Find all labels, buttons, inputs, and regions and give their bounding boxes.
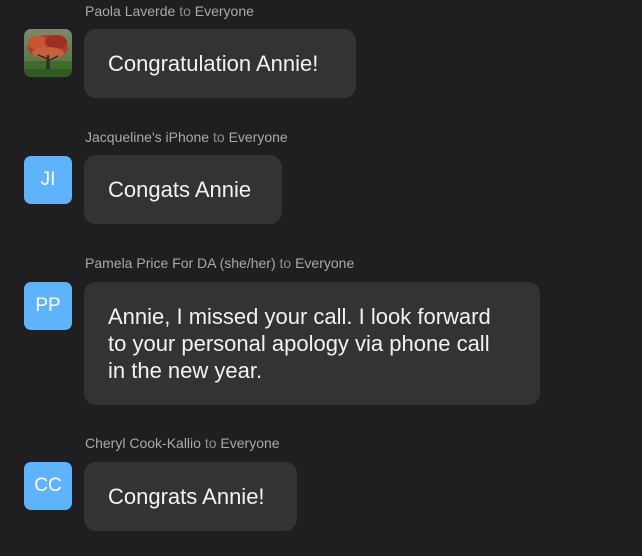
message-bubble: Annie, I missed your call. I look forwar…	[84, 282, 540, 405]
message-text: Congratulation Annie!	[108, 51, 319, 76]
sender-name: Cheryl Cook-Kallio	[85, 435, 201, 451]
recipient-name: Everyone	[194, 3, 254, 19]
sender-name: Pamela Price For DA (she/her)	[85, 255, 276, 271]
message-text: Congrats Annie!	[108, 484, 265, 509]
avatar[interactable]: PP	[24, 282, 72, 330]
sender-name: Jacqueline's iPhone	[85, 129, 210, 145]
message-text-line: Annie, I missed your call. I look forwar…	[108, 304, 491, 329]
avatar[interactable]	[24, 29, 72, 77]
recipient-name: Everyone	[228, 129, 288, 145]
avatar[interactable]: JI	[24, 156, 72, 204]
recipient-name: Everyone	[220, 435, 280, 451]
message-bubble: Congrats Annie!	[84, 462, 297, 531]
avatar-initials: PP	[35, 295, 61, 316]
message-text-line: in the new year.	[108, 358, 263, 383]
tree-photo-icon	[24, 29, 72, 77]
recipient-prefix: to	[212, 129, 225, 145]
avatar-initials: CC	[34, 475, 62, 496]
chat-panel: Paola Laverde to Everyone Congratulation…	[0, 0, 642, 556]
message-header: Jacqueline's iPhone to Everyone	[85, 128, 288, 146]
message-bubble: Congratulation Annie!	[84, 29, 356, 98]
recipient-prefix: to	[179, 3, 191, 19]
recipient-prefix: to	[204, 435, 217, 451]
avatar-initials: JI	[40, 169, 56, 190]
avatar[interactable]: CC	[24, 462, 72, 510]
recipient-name: Everyone	[295, 255, 355, 271]
message-text-line: to your personal apology via phone call	[108, 331, 490, 356]
message-header: Paola Laverde to Everyone	[85, 2, 254, 20]
message-text: Congats Annie	[108, 177, 252, 202]
message-bubble: Congats Annie	[84, 155, 282, 224]
message-header: Cheryl Cook-Kallio to Everyone	[85, 434, 280, 452]
message-header: Pamela Price For DA (she/her) to Everyon…	[85, 254, 354, 272]
recipient-prefix: to	[279, 255, 292, 271]
sender-name: Paola Laverde	[85, 3, 176, 19]
